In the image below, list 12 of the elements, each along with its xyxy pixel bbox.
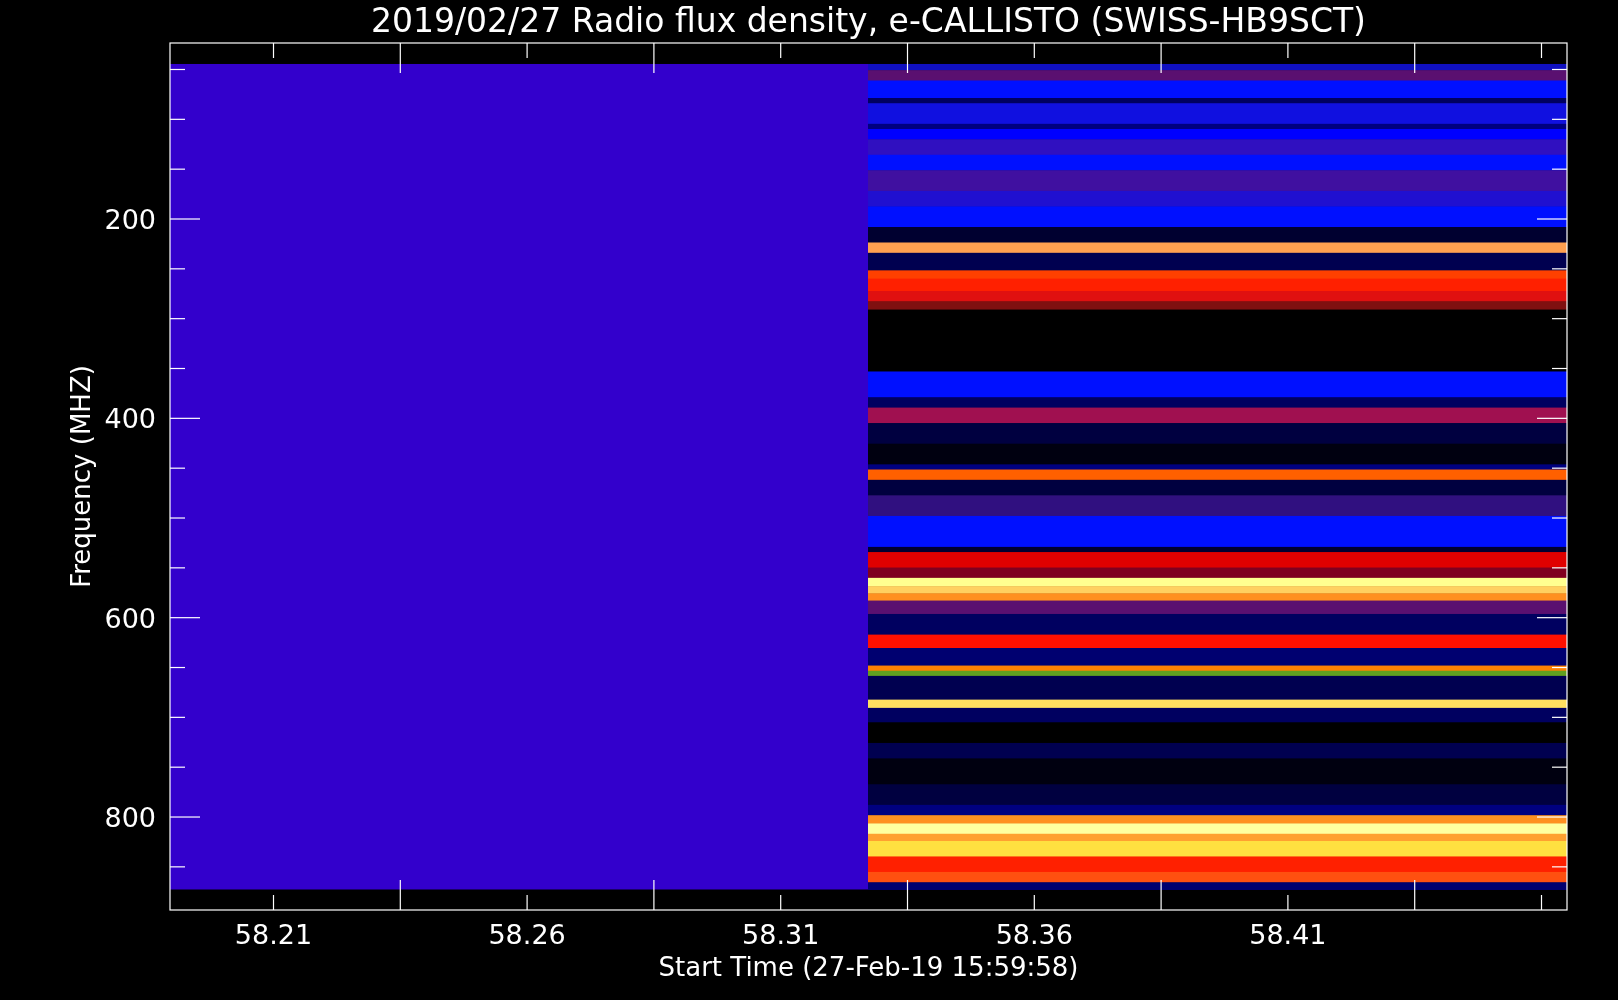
y-tick-label: 800 (104, 802, 156, 833)
y-tick-label: 200 (104, 204, 156, 235)
y-axis-label: Frequency (MHZ) (66, 365, 96, 588)
chart-title: 2019/02/27 Radio flux density, e-CALLISTO (SWISS-HB9SCT) (371, 1, 1366, 40)
x-tick-label: 58.41 (1249, 919, 1327, 950)
x-axis-label: Start Time (27-Feb-19 15:59:58) (658, 952, 1079, 982)
x-tick-label: 58.26 (488, 919, 566, 950)
y-tick-label: 400 (104, 403, 156, 435)
x-tick-label: 58.31 (742, 919, 820, 950)
y-tick-label: 600 (104, 602, 156, 634)
x-tick-label: 58.21 (234, 919, 313, 950)
x-tick-label: 58.36 (995, 919, 1073, 950)
